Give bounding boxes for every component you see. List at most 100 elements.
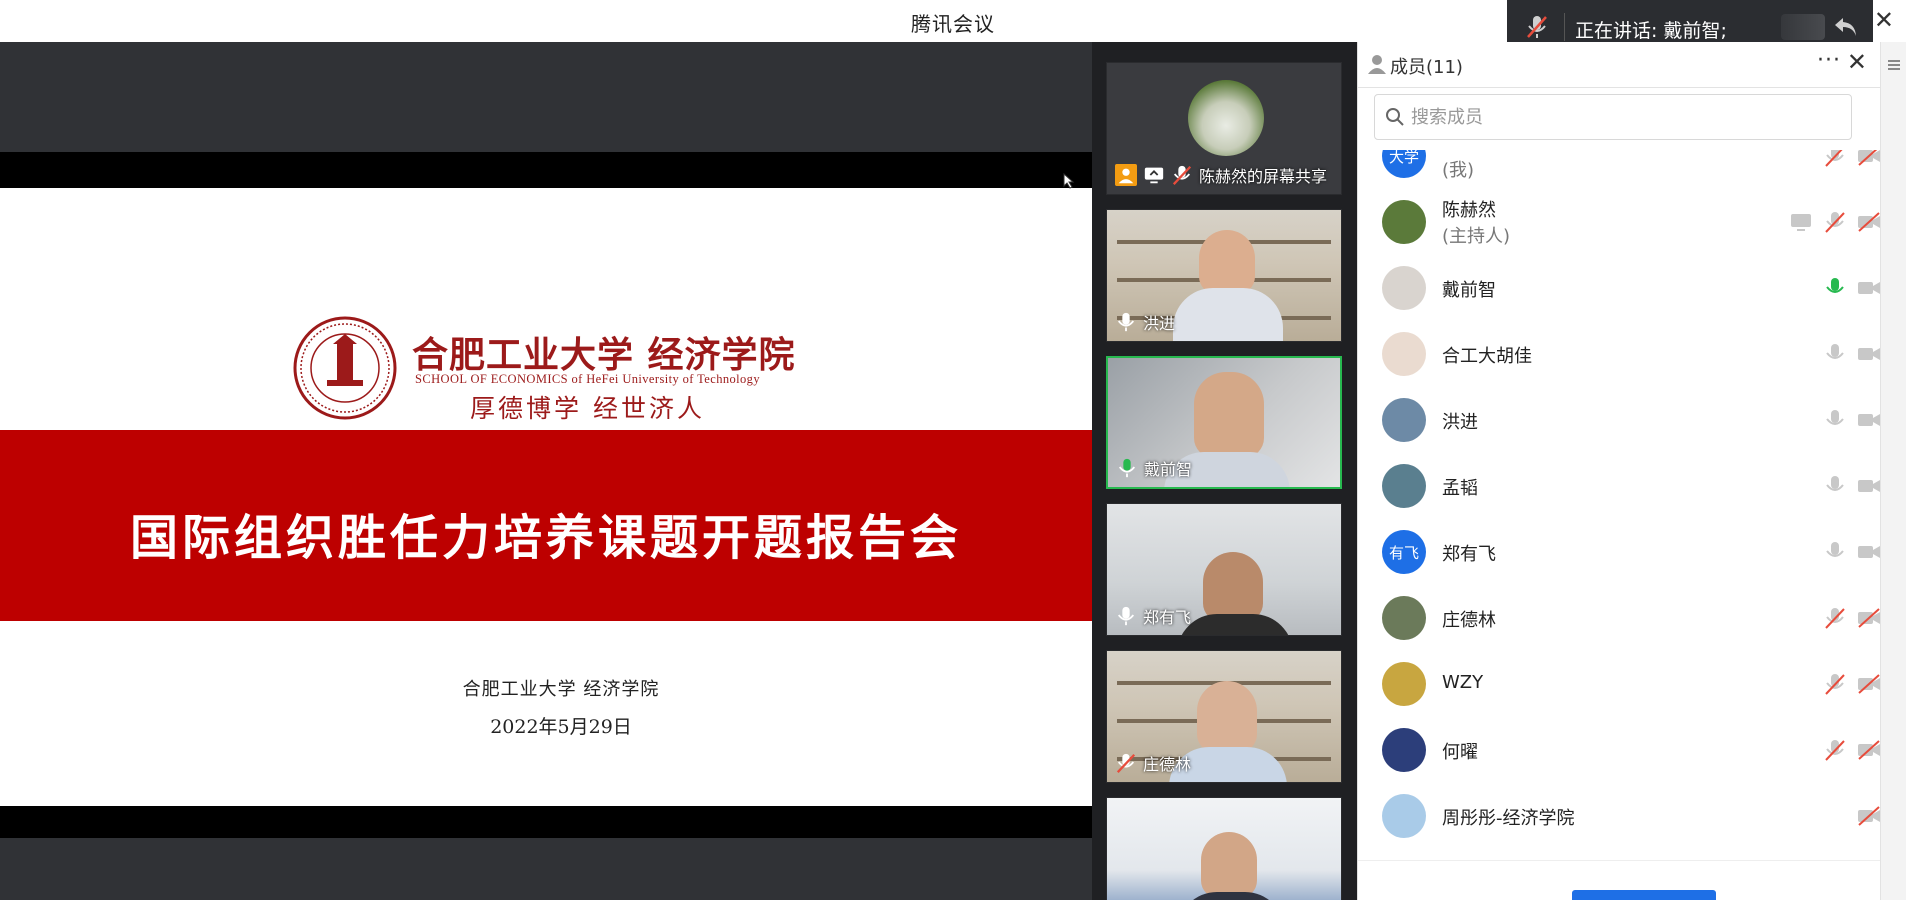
member-status-icons (1823, 606, 1881, 630)
video-tile-screen-share[interactable]: 陈赫然的屏幕共享 (1106, 62, 1342, 195)
participant-body (1173, 288, 1283, 341)
member-status-icons (1823, 738, 1881, 762)
member-status-icons (1823, 474, 1881, 498)
member-status-icons (1823, 540, 1881, 564)
mic-muted-icon[interactable] (1823, 739, 1847, 761)
camera-off-icon[interactable] (1857, 805, 1881, 827)
video-tile[interactable]: 郑有飞 (1106, 503, 1342, 636)
avatar (1382, 596, 1426, 640)
panel-divider (1358, 860, 1881, 861)
camera-icon[interactable] (1857, 343, 1881, 365)
tile-name: 戴前智 (1144, 460, 1193, 479)
participant-face (1201, 832, 1257, 898)
member-row[interactable]: 周彤彤-经济学院 (1358, 782, 1881, 848)
participant-face (1197, 681, 1257, 753)
member-row[interactable]: 孟韬 (1358, 452, 1881, 518)
avatar (1382, 398, 1426, 442)
presentation-slide: 合肥工业大学 经济学院 SCHOOL OF ECONOMICS of HeFei… (0, 188, 1092, 834)
camera-icon[interactable] (1857, 277, 1881, 299)
mic-icon[interactable] (1823, 409, 1847, 431)
school-motto: 厚德博学 经世济人 (470, 394, 705, 423)
camera-icon[interactable] (1857, 541, 1881, 563)
camera-off-icon[interactable] (1857, 739, 1881, 761)
mic-speaking-icon (1118, 458, 1136, 478)
member-row[interactable]: 戴前智 (1358, 254, 1881, 320)
screen-share-icon (1791, 214, 1811, 231)
member-status-icons (1789, 210, 1881, 234)
mic-muted-icon[interactable] (1823, 211, 1847, 233)
member-status-icons (1857, 804, 1881, 828)
camera-icon[interactable] (1857, 475, 1881, 497)
user-icon (1115, 164, 1137, 186)
mic-icon[interactable] (1823, 541, 1847, 563)
return-icon[interactable] (1831, 12, 1861, 42)
member-row[interactable]: 有飞 郑有飞 (1358, 518, 1881, 584)
hamburger-icon (1888, 60, 1900, 70)
avatar (1382, 464, 1426, 508)
member-row[interactable]: 合工大胡佳 (1358, 320, 1881, 386)
member-role: (我) (1442, 160, 1475, 181)
video-tile[interactable]: 洪进 (1106, 209, 1342, 342)
video-tile[interactable] (1106, 797, 1342, 900)
window-close-button[interactable]: ✕ (1874, 6, 1894, 34)
mic-icon[interactable] (1823, 343, 1847, 365)
university-seal-logo (293, 316, 397, 420)
panel-action-button[interactable] (1572, 890, 1716, 900)
mic-muted-icon[interactable] (1823, 673, 1847, 695)
member-status-icons (1823, 276, 1881, 300)
slide-headline: 国际组织胜任力培养课题开题报告会 (129, 510, 962, 566)
camera-off-icon[interactable] (1857, 607, 1881, 629)
mic-muted-icon (1172, 165, 1192, 185)
mic-speaking-icon[interactable] (1823, 277, 1847, 299)
avatar (1382, 266, 1426, 310)
member-list: 大学 (我) 陈赫然 (主持人) 戴前智合工大胡佳 洪进孟韬有飞 郑有飞庄德林 WZY 何曜周彤… (1358, 150, 1881, 856)
letterbox-top (0, 152, 1092, 188)
tile-label: 洪进 (1115, 309, 1175, 335)
member-name: 戴前智 (1442, 280, 1496, 301)
member-name: 周彤彤-经济学院 (1442, 808, 1575, 829)
member-row[interactable]: 庄德林 (1358, 584, 1881, 650)
shared-screen-area: 合肥工业大学 经济学院 SCHOOL OF ECONOMICS of HeFei… (0, 42, 1092, 900)
mic-muted-icon[interactable] (1823, 150, 1847, 167)
members-title: 成员(11) (1390, 57, 1463, 78)
members-icon (1368, 55, 1386, 74)
tile-label: 庄德林 (1115, 750, 1191, 776)
tile-name: 陈赫然的屏幕共享 (1199, 167, 1328, 186)
member-row[interactable]: 洪进 (1358, 386, 1881, 452)
camera-off-icon[interactable] (1857, 150, 1881, 167)
mic-icon[interactable] (1823, 475, 1847, 497)
member-row[interactable]: WZY (1358, 650, 1881, 716)
avatar (1382, 200, 1426, 244)
members-panel: 成员(11) ··· ✕ 大学 (我) 陈赫然 (主持人) 戴前智合工大胡佳洪进孟韬有飞… (1357, 42, 1906, 900)
member-name: 庄德林 (1442, 610, 1496, 631)
avatar (1382, 728, 1426, 772)
member-name: 郑有飞 (1442, 544, 1496, 565)
member-search-input[interactable] (1411, 103, 1831, 131)
video-tile[interactable]: 庄德林 (1106, 650, 1342, 783)
more-options-button[interactable]: ··· (1817, 48, 1841, 73)
school-name-en: SCHOOL OF ECONOMICS of HeFei University … (415, 372, 760, 386)
screen-share-icon (1144, 167, 1164, 184)
avatar: 有飞 (1382, 530, 1426, 574)
side-menu-strip[interactable] (1880, 42, 1906, 900)
avatar (1382, 794, 1426, 838)
mouse-cursor-icon (1063, 173, 1075, 189)
member-row[interactable]: 大学 (我) (1358, 150, 1881, 188)
close-panel-button[interactable]: ✕ (1847, 48, 1867, 76)
school-name-cn: 合肥工业大学 经济学院 (412, 334, 796, 376)
member-row[interactable]: 陈赫然 (主持人) (1358, 188, 1881, 254)
member-row[interactable]: 何曜 (1358, 716, 1881, 782)
video-tile-active-speaker[interactable]: 戴前智 (1106, 356, 1342, 489)
headline-band: 国际组织胜任力培养课题开题报告会 (0, 430, 1092, 621)
mic-muted-icon[interactable] (1823, 607, 1847, 629)
tile-name: 庄德林 (1143, 755, 1192, 774)
member-name: 孟韬 (1442, 478, 1478, 499)
avatar: 大学 (1382, 150, 1426, 178)
camera-off-icon[interactable] (1857, 211, 1881, 233)
camera-icon[interactable] (1857, 409, 1881, 431)
camera-off-icon[interactable] (1857, 673, 1881, 695)
mic-muted-icon (1116, 753, 1136, 773)
speaking-text: 正在讲话: 戴前智; (1575, 20, 1727, 42)
tile-label: 戴前智 (1116, 455, 1192, 481)
member-search[interactable] (1374, 94, 1852, 140)
